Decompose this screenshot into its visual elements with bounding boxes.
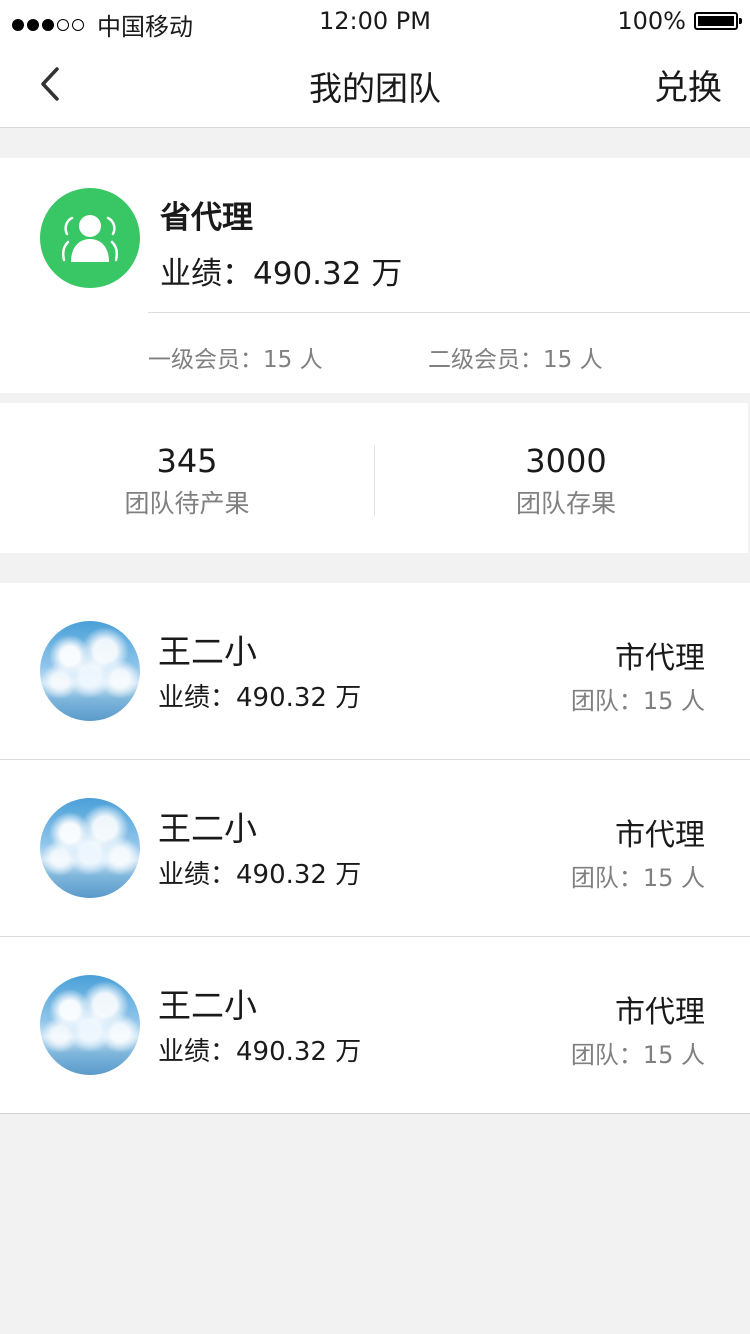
status-bar: 中国移动 12:00 PM 100% (0, 0, 750, 41)
member-level: 市代理 (615, 818, 705, 853)
stat-label: 团队待产果 (124, 489, 250, 518)
list-item[interactable]: 王二小 业绩：490.32 万 市代理 团队：15 人 (0, 760, 750, 937)
member-name: 王二小 (158, 986, 257, 1025)
list-item[interactable]: 王二小 业绩：490.32 万 市代理 团队：15 人 (0, 583, 750, 760)
member-team-count: 团队：15 人 (570, 1041, 705, 1069)
member-name: 王二小 (158, 809, 257, 848)
list-item[interactable]: 王二小 业绩：490.32 万 市代理 团队：15 人 (0, 937, 750, 1114)
battery-icon (694, 12, 742, 30)
avatar (40, 798, 140, 898)
member-list: 王二小 业绩：490.32 万 市代理 团队：15 人 王二小 业绩：490.3… (0, 583, 750, 1114)
profile-performance: 业绩：490.32 万 (160, 256, 403, 292)
page-title: 我的团队 (309, 69, 441, 108)
member-level: 市代理 (615, 641, 705, 676)
profile-avatar (40, 188, 140, 288)
member-team-count: 团队：15 人 (570, 687, 705, 715)
level1-members: 一级会员：15 人 (148, 347, 323, 373)
member-performance: 业绩：490.32 万 (158, 683, 362, 713)
users-icon (61, 215, 119, 262)
member-team-count: 团队：15 人 (570, 864, 705, 892)
battery-percent: 100% (617, 7, 686, 35)
member-performance: 业绩：490.32 万 (158, 860, 362, 890)
stat-pending-fruit[interactable]: 345 团队待产果 (0, 439, 374, 521)
avatar (40, 621, 140, 721)
avatar (40, 975, 140, 1075)
nav-bar: 我的团队 兑换 (0, 40, 750, 128)
team-stats-card: 345 团队待产果 3000 团队存果 (0, 403, 748, 553)
stat-value: 3000 (525, 442, 607, 480)
exchange-button[interactable]: 兑换 (654, 60, 722, 109)
stat-stored-fruit[interactable]: 3000 团队存果 (374, 439, 750, 521)
divider (148, 312, 750, 313)
profile-level: 省代理 (160, 200, 253, 236)
stat-value: 345 (156, 442, 218, 480)
status-right: 100% (617, 7, 742, 35)
member-performance: 业绩：490.32 万 (158, 1037, 362, 1067)
member-level: 市代理 (615, 995, 705, 1030)
stat-label: 团队存果 (515, 489, 616, 518)
member-name: 王二小 (158, 632, 257, 671)
profile-card: 省代理 业绩：490.32 万 一级会员：15 人 二级会员：15 人 (0, 158, 750, 393)
level2-members: 二级会员：15 人 (428, 347, 603, 373)
